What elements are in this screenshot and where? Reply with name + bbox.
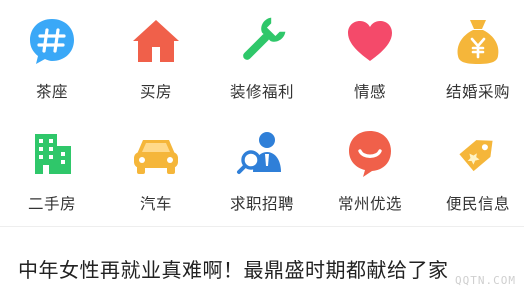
grid-item-label: 求职招聘 [229, 195, 294, 213]
grid-item-teahouse[interactable]: 茶座 [0, 0, 104, 110]
hash-chat-bubble-icon [25, 14, 79, 68]
grid-item-decoration[interactable]: 装修福利 [210, 0, 314, 110]
grid-item-changzhou-selection[interactable]: 常州优选 [318, 112, 422, 222]
feed-headline[interactable]: 中年女性再就业真难啊！最鼎盛时期都献给了家 [18, 254, 518, 283]
grid-item-label: 常州优选 [337, 195, 402, 213]
grid-item-label: 情感 [353, 83, 386, 101]
smile-bubble-icon [343, 126, 397, 180]
grid-item-buy-house[interactable]: 买房 [104, 0, 208, 110]
grid-item-car[interactable]: 汽车 [104, 112, 208, 222]
grid-item-label: 装修福利 [229, 83, 294, 101]
grid-item-emotion[interactable]: 情感 [318, 0, 422, 110]
money-bag-icon [451, 14, 505, 68]
grid-item-label: 茶座 [35, 83, 68, 101]
grid-item-label: 便民信息 [445, 195, 510, 213]
grid-item-job-recruitment[interactable]: 求职招聘 [210, 112, 314, 222]
price-tag-icon [451, 126, 505, 180]
section-divider [0, 226, 524, 227]
grid-item-label: 二手房 [27, 195, 76, 213]
grid-item-label: 汽车 [139, 195, 172, 213]
job-search-icon [235, 126, 289, 180]
wrench-icon [235, 14, 289, 68]
grid-item-label: 买房 [139, 83, 172, 101]
watermark: QQTN.COM [455, 274, 516, 287]
grid-item-convenience-info[interactable]: 便民信息 [426, 112, 524, 222]
heart-icon [343, 14, 397, 68]
building-icon [25, 126, 79, 180]
grid-item-second-hand-house[interactable]: 二手房 [0, 112, 104, 222]
service-row-2: 二手房 汽车 求职招聘 常州优选 便民信息 [0, 112, 524, 222]
grid-item-wedding-shopping[interactable]: 结婚采购 [426, 0, 524, 110]
car-icon [129, 126, 183, 180]
grid-item-label: 结婚采购 [445, 83, 510, 101]
service-row-1: 茶座 买房 装修福利 情感 结婚采购 [0, 0, 524, 110]
house-icon [129, 14, 183, 68]
